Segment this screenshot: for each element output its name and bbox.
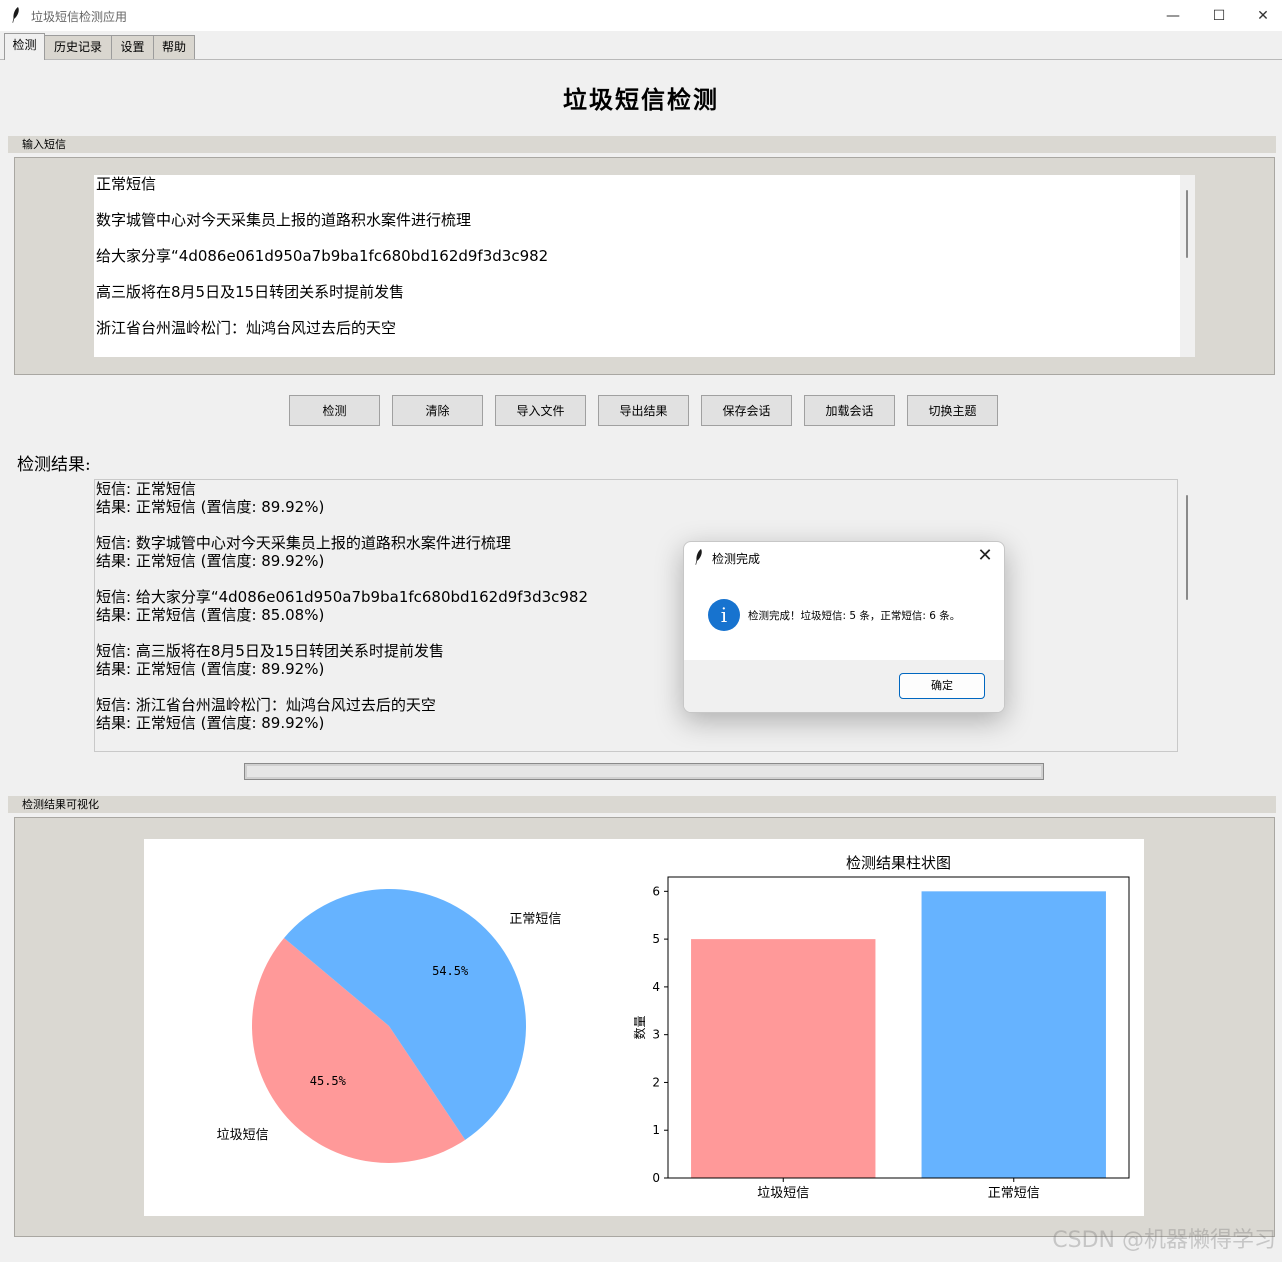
- input-frame-label: 输入短信: [8, 136, 1276, 153]
- minimize-button[interactable]: —: [1150, 0, 1196, 31]
- dialog-footer: 确定: [684, 660, 1004, 712]
- tab-help[interactable]: 帮助: [153, 35, 195, 59]
- result-verdict: 结果: 正常短信 (置信度: 89.92%): [96, 552, 325, 570]
- y-tick-label: 6: [652, 884, 660, 898]
- tab-bar: 检测 历史记录 设置 帮助: [0, 31, 1282, 60]
- feather-icon: [12, 7, 19, 23]
- result-item: 短信: 正常短信 结果: 正常短信 (置信度: 89.92%): [95, 480, 1177, 534]
- x-tick-label: 正常短信: [988, 1186, 1040, 1201]
- result-verdict: 结果: 正常短信 (置信度: 89.92%): [96, 714, 325, 732]
- bar: [691, 939, 876, 1178]
- maximize-button[interactable]: ☐: [1196, 0, 1242, 31]
- result-verdict: 结果: 正常短信 (置信度: 89.92%): [96, 660, 325, 678]
- dialog-message: 检测完成！垃圾短信: 5 条，正常短信: 6 条。: [748, 610, 961, 622]
- result-item: 短信: 高三版将在8月5日及15日转团关系时提前发售 结果: 正常短信 (置信度…: [95, 642, 1177, 696]
- progress-bar: [244, 763, 1044, 780]
- save-session-button[interactable]: 保存会话: [701, 395, 792, 426]
- page-title: 垃圾短信检测: [563, 86, 719, 114]
- result-sms: 短信: 浙江省台州温岭松门：灿鸿台风过去后的天空: [96, 696, 436, 714]
- result-sms: 短信: 正常短信: [96, 480, 196, 498]
- result-item: 短信: 数字城管中心对今天采集员上报的道路积水案件进行梳理 结果: 正常短信 (…: [95, 534, 1177, 588]
- result-sms: 短信: 高三版将在8月5日及15日转团关系时提前发售: [96, 642, 444, 660]
- tab-history[interactable]: 历史记录: [44, 35, 112, 59]
- results-scrollbar-thumb[interactable]: [1186, 495, 1188, 600]
- y-tick-label: 3: [652, 1028, 660, 1042]
- result-verdict: 结果: 正常短信 (置信度: 85.08%): [96, 606, 325, 624]
- input-line: 高三版将在8月5日及15日转团关系时提前发售: [96, 283, 405, 301]
- result-item: 短信: 给大家分享“4d086e061d950a7b9ba1fc680bd162…: [95, 588, 1177, 642]
- result-item: 短信: 浙江省台州温岭松门：灿鸿台风过去后的天空 结果: 正常短信 (置信度: …: [95, 696, 1177, 750]
- visual-frame-label: 检测结果可视化: [8, 796, 1276, 813]
- result-sms: 短信: 数字城管中心对今天采集员上报的道路积水案件进行梳理: [96, 534, 511, 552]
- dialog-title: 检测完成: [712, 552, 761, 566]
- pie-label: 正常短信: [509, 912, 561, 927]
- info-dialog: 检测完成 ✕ i 检测完成！垃圾短信: 5 条，正常短信: 6 条。 确定: [683, 541, 1005, 713]
- pie-pct-label: 45.5%: [310, 1074, 347, 1088]
- tab-detect[interactable]: 检测: [4, 33, 45, 60]
- charts-svg: 垃圾短信45.5%正常短信54.5%检测结果柱状图垃圾短信 正常短信0123456…: [217, 854, 1130, 1201]
- ok-button[interactable]: 确定: [899, 673, 985, 699]
- result-verdict: 结果: 正常短信 (置信度: 89.92%): [96, 498, 325, 516]
- input-line: 正常短信: [96, 175, 157, 193]
- results-label: 检测结果:: [17, 455, 91, 475]
- bar: [921, 891, 1106, 1178]
- results-textarea[interactable]: 短信: 正常短信 结果: 正常短信 (置信度: 89.92%) 短信: 数字城管…: [94, 479, 1178, 752]
- y-tick-label: 2: [652, 1075, 660, 1089]
- input-line: 给大家分享“4d086e061d950a7b9ba1fc680bd162d9f3…: [96, 247, 549, 265]
- export-results-button[interactable]: 导出结果: [598, 395, 689, 426]
- import-file-button[interactable]: 导入文件: [495, 395, 586, 426]
- y-tick-label: 5: [652, 932, 660, 946]
- y-axis-label: 数量: [632, 1015, 647, 1039]
- bar-chart-title: 检测结果柱状图: [846, 854, 951, 872]
- y-tick-label: 1: [652, 1123, 660, 1137]
- feather-icon: [695, 549, 702, 565]
- watermark: CSDN @机器懒得学习: [1052, 1228, 1276, 1253]
- info-icon: i: [708, 599, 740, 631]
- input-line: 浙江省台州温岭松门：灿鸿台风过去后的天空: [96, 319, 397, 337]
- x-tick-label: 垃圾短信: [757, 1186, 809, 1201]
- input-scrollbar-thumb[interactable]: [1186, 190, 1188, 258]
- window-title: 垃圾短信检测应用: [31, 10, 128, 24]
- close-icon[interactable]: ✕: [974, 545, 996, 566]
- y-tick-label: 0: [652, 1171, 660, 1185]
- pie-label: 垃圾短信: [217, 1128, 269, 1143]
- load-session-button[interactable]: 加载会话: [804, 395, 895, 426]
- detect-button[interactable]: 检测: [289, 395, 380, 426]
- chart-canvas: 垃圾短信 45.5% 正常短信 54.5% 检测结果柱状图 垃圾短信 正常短信 0 1 2 3 4 5 6…: [144, 839, 1144, 1216]
- sms-input-textarea[interactable]: 正常短信 数字城管中心对今天采集员上报的道路积水案件进行梳理 给大家分享“4d0…: [94, 175, 1180, 357]
- result-sms: 短信: 给大家分享“4d086e061d950a7b9ba1fc680bd162…: [96, 588, 589, 606]
- pie-pct-label: 54.5%: [432, 964, 469, 978]
- close-button[interactable]: ✕: [1240, 0, 1282, 31]
- input-line: 数字城管中心对今天采集员上报的道路积水案件进行梳理: [96, 211, 472, 229]
- toggle-theme-button[interactable]: 切换主题: [907, 395, 998, 426]
- window-titlebar: 垃圾短信检测应用 — ☐ ✕: [0, 0, 1282, 32]
- clear-button[interactable]: 清除: [392, 395, 483, 426]
- y-tick-label: 4: [652, 980, 660, 994]
- tab-settings[interactable]: 设置: [111, 35, 154, 59]
